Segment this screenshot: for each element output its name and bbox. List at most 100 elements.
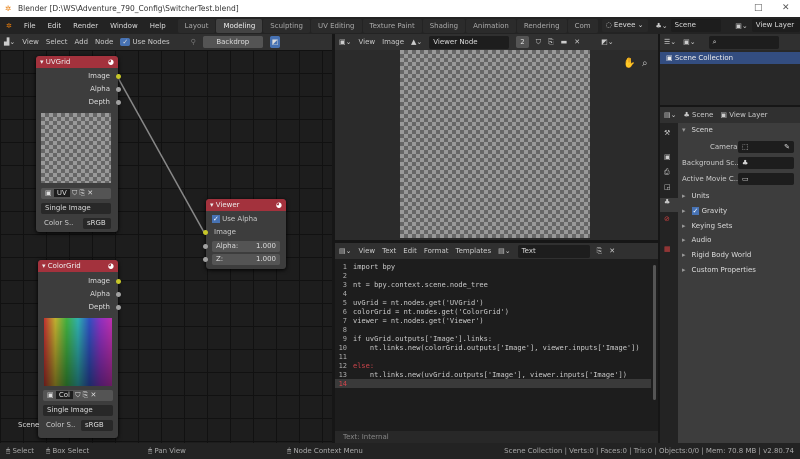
zoom-icon[interactable]: ⌕ [642, 58, 648, 69]
socket-depth[interactable] [116, 100, 121, 105]
source-select[interactable]: Single Image [41, 203, 111, 214]
world-tab-icon[interactable]: ⊘ [664, 215, 670, 223]
display-channels-icon[interactable]: ◩⌄ [601, 38, 613, 46]
text-browse-icon[interactable]: ▤⌄ [498, 247, 510, 255]
code-line[interactable]: nt.links.new(colorGrid.outputs['Image'],… [353, 344, 640, 352]
socket-alpha[interactable] [116, 292, 121, 297]
section-rigid-body-world[interactable]: ▸ Rigid Body World [682, 248, 751, 262]
scene-field[interactable]: Scene [670, 19, 722, 32]
scene-icon[interactable]: ♣⌄ [656, 22, 668, 30]
menu-file[interactable]: File [18, 22, 42, 30]
socket-image[interactable] [116, 74, 121, 79]
z-field[interactable]: Z: 1.000 [212, 254, 280, 265]
menu-view[interactable]: View [22, 38, 39, 46]
source-select[interactable]: Single Image [43, 405, 113, 416]
display-mode-icon[interactable]: ▣⌄ [683, 38, 695, 46]
socket-alpha-input[interactable] [203, 244, 208, 249]
use-nodes-checkbox[interactable]: ✓ Use Nodes [120, 36, 170, 48]
outliner-search[interactable]: ⌕ [708, 35, 779, 49]
menu-text[interactable]: Text [382, 247, 396, 255]
scene-tab-icon[interactable]: ♣ [660, 198, 678, 212]
image-editor-canvas[interactable]: ✋ ⌕ [335, 50, 658, 240]
channel-rgb-icon[interactable]: ◩ [269, 36, 281, 48]
section-audio[interactable]: ▸ Audio [682, 233, 711, 247]
tool-tab-icon[interactable]: ⚒ [664, 129, 670, 137]
output-tab-icon[interactable]: ⎙ [664, 168, 670, 177]
menu-help[interactable]: Help [144, 22, 172, 30]
render-tab-icon[interactable]: ▣ [664, 153, 671, 161]
view-layer-icon[interactable]: ▣⌄ [735, 22, 747, 30]
image-browse-icon[interactable]: ▲⌄ [411, 38, 422, 46]
viewer-node[interactable]: ▾ Viewer ◕ ✓ Use Alpha Image Alpha: 1.000 … [203, 199, 286, 269]
scene-tab[interactable]: ♣ Scene [683, 111, 713, 119]
colorgrid-node[interactable]: ▾ ColorGrid ◕ Image Alpha Depth ▣ Col ⛉ ⎘… [38, 260, 121, 438]
gravity-checkbox[interactable]: ✓ [691, 207, 700, 215]
scrollbar[interactable] [653, 265, 656, 400]
color-space-select[interactable]: sRGB [83, 218, 111, 229]
tab-texture-paint[interactable]: Texture Paint [362, 18, 422, 33]
menu-add[interactable]: Add [74, 38, 88, 46]
outliner-type-icon[interactable]: ☰⌄ [664, 38, 676, 46]
editor-type-icon[interactable]: ▟⌄ [4, 38, 15, 46]
menu-select[interactable]: Select [46, 38, 68, 46]
code-line[interactable]: import bpy [353, 263, 395, 271]
backdrop-button[interactable]: Backdrop [202, 36, 263, 48]
view-layer-tab-icon[interactable]: ◲ [664, 183, 671, 191]
maximize-icon[interactable]: □ [754, 0, 763, 17]
close-icon[interactable]: ✕ [782, 0, 790, 17]
editor-type-icon[interactable]: ▤⌄ [339, 247, 351, 255]
node-header[interactable]: ▾ ColorGrid ◕ [38, 260, 118, 272]
tab-layout[interactable]: Layout [177, 18, 216, 33]
node-link[interactable] [116, 75, 206, 235]
uvgrid-node[interactable]: ▾ UVGrid ◕ Image Alpha Depth ▣ UV ⛉ ⎘ ✕ S… [36, 56, 121, 232]
image-selector[interactable]: ▣ UV ⛉ ⎘ ✕ [41, 188, 111, 199]
camera-field[interactable]: ⬚ ✎ [738, 141, 794, 153]
texture-tab-icon[interactable]: ▦ [664, 245, 671, 253]
tab-compositing[interactable]: Com [567, 18, 598, 33]
background-scene-field[interactable]: ♣ [738, 157, 794, 169]
menu-view[interactable]: View [358, 247, 375, 255]
use-alpha-checkbox[interactable]: ✓ Use Alpha [212, 214, 257, 224]
unlink-icon[interactable]: ✕ [574, 38, 580, 46]
new-text-icon[interactable]: ⎘ [597, 247, 603, 256]
code-line[interactable]: nt = bpy.context.scene.node_tree [353, 281, 488, 289]
editor-type-icon[interactable]: ▣⌄ [339, 38, 351, 46]
image-name-field[interactable]: Viewer Node [429, 35, 510, 49]
unlink-icon[interactable]: ✕ [609, 247, 615, 255]
alpha-field[interactable]: Alpha: 1.000 [212, 241, 280, 252]
tab-shading[interactable]: Shading [422, 18, 466, 33]
node-header[interactable]: ▾ Viewer ◕ [206, 199, 286, 211]
slot-button[interactable]: 2 [516, 36, 529, 48]
fake-user-icon[interactable]: ⛉ [536, 38, 541, 47]
open-image-icon[interactable]: ▬ [561, 38, 568, 46]
section-gravity[interactable]: ▸ ✓ Gravity [682, 204, 727, 218]
active-movie-clip-field[interactable]: ▭ [738, 173, 794, 185]
new-image-icon[interactable]: ⎘ [548, 38, 554, 47]
section-custom-properties[interactable]: ▸ Custom Properties [682, 263, 756, 277]
socket-image[interactable] [116, 279, 121, 284]
section-units[interactable]: ▸ Units [682, 189, 709, 203]
node-header[interactable]: ▾ UVGrid ◕ [36, 56, 118, 68]
pin-icon[interactable]: ⚲ [191, 38, 196, 46]
code-line[interactable]: colorGrid = nt.nodes.get('ColorGrid') [353, 308, 509, 316]
view-layer-tab[interactable]: ▣ View Layer [720, 111, 767, 119]
text-editor-body[interactable]: 1 import bpy 2 3 nt = bpy.context.scene.node… [335, 259, 658, 443]
menu-edit[interactable]: Edit [42, 22, 68, 30]
panel-scene-header[interactable]: ▾ Scene [682, 123, 713, 137]
menu-window[interactable]: Window [104, 22, 144, 30]
render-engine-select[interactable]: ◌ Eevee ⌄ [601, 19, 648, 32]
hand-pan-icon[interactable]: ✋ [623, 58, 635, 69]
tab-modeling[interactable]: Modeling [216, 18, 263, 33]
text-name-field[interactable]: Text [517, 244, 590, 258]
tab-rendering[interactable]: Rendering [516, 18, 567, 33]
menu-edit[interactable]: Edit [403, 247, 417, 255]
section-keying-sets[interactable]: ▸ Keying Sets [682, 219, 732, 233]
code-line[interactable]: else: [353, 362, 374, 370]
socket-z-input[interactable] [203, 257, 208, 262]
menu-render[interactable]: Render [67, 22, 104, 30]
menu-node[interactable]: Node [95, 38, 113, 46]
menu-view[interactable]: View [358, 38, 375, 46]
tab-animation[interactable]: Animation [466, 18, 516, 33]
blender-menu-icon[interactable]: ✲ [0, 22, 18, 30]
tab-sculpting[interactable]: Sculpting [263, 18, 310, 33]
